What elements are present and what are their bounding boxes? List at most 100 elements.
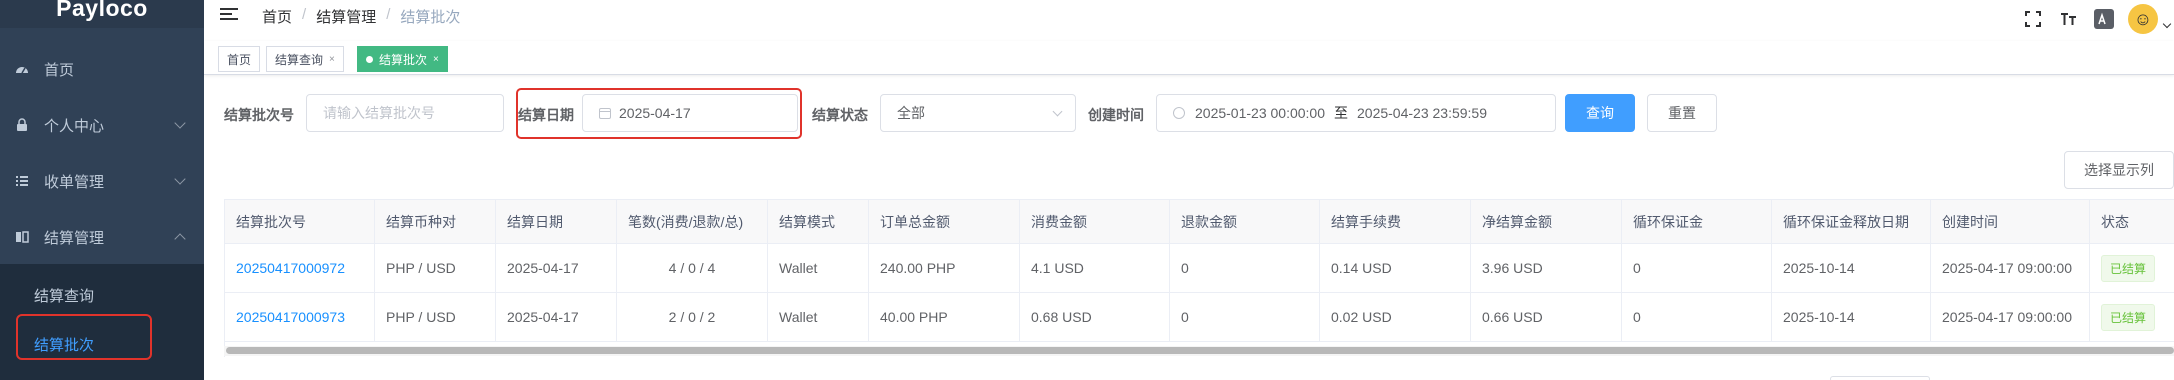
column-header[interactable]: 结算日期 bbox=[496, 200, 617, 243]
sidebar-item-label: 结算管理 bbox=[44, 229, 105, 247]
close-icon[interactable]: × bbox=[433, 54, 439, 65]
navbar: 首页 / 结算管理 / 结算批次 ☺ bbox=[204, 0, 2174, 36]
chevron-down-icon bbox=[1052, 106, 1063, 117]
batch-no-link[interactable]: 20250417000973 bbox=[236, 309, 345, 325]
status-select[interactable]: 全部 bbox=[880, 94, 1076, 132]
created-start: 2025-01-23 00:00:00 bbox=[1195, 105, 1325, 121]
table-cell: 0.66 USD bbox=[1471, 293, 1622, 341]
translate-icon[interactable] bbox=[2094, 9, 2114, 29]
fullscreen-icon[interactable] bbox=[2022, 8, 2044, 30]
table-row: 20250417000973 PHP / USD 2025-04-17 2 / … bbox=[225, 293, 2174, 342]
status-cell: 已结算 bbox=[2090, 293, 2174, 341]
table-cell: 0 bbox=[1170, 244, 1320, 292]
column-header[interactable]: 状态 bbox=[2090, 200, 2174, 243]
table-cell: 0 bbox=[1622, 293, 1772, 341]
created-time-label: 创建时间 bbox=[1088, 107, 1144, 123]
table-cell: 4 / 0 / 4 bbox=[617, 244, 768, 292]
tag-home[interactable]: 首页 bbox=[218, 46, 261, 72]
tag-settlement-batch[interactable]: 结算批次 × bbox=[357, 46, 448, 72]
clock-icon bbox=[1173, 107, 1185, 119]
tag-settlement-query[interactable]: 结算查询 × bbox=[266, 46, 344, 72]
created-time-range-picker[interactable]: 2025-01-23 00:00:00 至 2025-04-23 23:59:5… bbox=[1156, 94, 1556, 132]
column-header[interactable]: 循环保证金 bbox=[1622, 200, 1772, 243]
reset-button[interactable]: 重置 bbox=[1647, 94, 1717, 132]
lock-icon bbox=[14, 117, 30, 133]
breadcrumb: 首页 / 结算管理 / 结算批次 bbox=[262, 6, 460, 27]
column-header[interactable]: 结算模式 bbox=[768, 200, 869, 243]
table-cell: 2025-04-17 09:00:00 bbox=[1931, 293, 2090, 341]
batch-no-input[interactable] bbox=[306, 94, 504, 132]
sidebar-item-acquiring[interactable]: 收单管理 bbox=[0, 153, 204, 209]
table-cell: 3.96 USD bbox=[1471, 244, 1622, 292]
column-header[interactable]: 结算批次号 bbox=[225, 200, 375, 243]
sidebar-item-profile[interactable]: 个人中心 bbox=[0, 97, 204, 153]
pagination-edge bbox=[1830, 376, 1930, 380]
table-cell: 40.00 PHP bbox=[869, 293, 1020, 341]
sidebar-item-label: 收单管理 bbox=[44, 173, 105, 191]
table-header-row: 结算批次号 结算币种对 结算日期 笔数(消费/退款/总) 结算模式 订单总金额 … bbox=[225, 200, 2174, 244]
batch-no-link[interactable]: 20250417000972 bbox=[236, 260, 345, 276]
column-header[interactable]: 退款金额 bbox=[1170, 200, 1320, 243]
search-button[interactable]: 查询 bbox=[1565, 94, 1635, 132]
active-dot-icon bbox=[366, 55, 373, 63]
status-badge: 已结算 bbox=[2101, 254, 2156, 282]
status-value: 全部 bbox=[897, 105, 925, 121]
status-badge: 已结算 bbox=[2101, 303, 2156, 331]
logo[interactable]: Payloco bbox=[0, 0, 204, 28]
breadcrumb-section[interactable]: 结算管理 bbox=[316, 6, 376, 27]
sidebar-item-home[interactable]: 首页 bbox=[0, 41, 204, 97]
batch-no-cell[interactable]: 20250417000973 bbox=[225, 293, 375, 341]
breadcrumb-home[interactable]: 首页 bbox=[262, 6, 292, 27]
table-cell: PHP / USD bbox=[375, 244, 496, 292]
column-header[interactable]: 净结算金额 bbox=[1471, 200, 1622, 243]
chevron-down-icon bbox=[174, 117, 186, 129]
table-cell: 2025-10-14 bbox=[1772, 244, 1931, 292]
table-cell: 4.1 USD bbox=[1020, 244, 1170, 292]
select-columns-button[interactable]: 选择显示列 bbox=[2064, 151, 2174, 189]
avatar[interactable]: ☺ bbox=[2128, 4, 2158, 34]
caret-down-icon[interactable] bbox=[2162, 19, 2172, 29]
table-cell: 0.68 USD bbox=[1020, 293, 1170, 341]
table-cell: 240.00 PHP bbox=[869, 244, 1020, 292]
table-cell: 2025-10-14 bbox=[1772, 293, 1931, 341]
batch-no-cell[interactable]: 20250417000972 bbox=[225, 244, 375, 292]
scrollbar-thumb[interactable] bbox=[226, 347, 2174, 354]
column-header[interactable]: 循环保证金释放日期 bbox=[1772, 200, 1931, 243]
highlight-box bbox=[16, 314, 152, 360]
hamburger-icon[interactable] bbox=[220, 8, 238, 24]
status-label: 结算状态 bbox=[812, 107, 868, 123]
column-header[interactable]: 消费金额 bbox=[1020, 200, 1170, 243]
table-cell: 2025-04-17 09:00:00 bbox=[1931, 244, 2090, 292]
table-cell: 2025-04-17 bbox=[496, 244, 617, 292]
column-header[interactable]: 结算币种对 bbox=[375, 200, 496, 243]
created-end: 2025-04-23 23:59:59 bbox=[1357, 105, 1487, 121]
table-cell: 0.02 USD bbox=[1320, 293, 1471, 341]
table-cell: Wallet bbox=[768, 244, 869, 292]
column-header[interactable]: 创建时间 bbox=[1931, 200, 2090, 243]
table-cell: Wallet bbox=[768, 293, 869, 341]
breadcrumb-separator: / bbox=[386, 6, 391, 23]
table-cell: 0.14 USD bbox=[1320, 244, 1471, 292]
table-cell: 2025-04-17 bbox=[496, 293, 617, 341]
navbar-actions: ☺ bbox=[2022, 4, 2174, 34]
sidebar-item-settlement[interactable]: 结算管理 bbox=[0, 209, 204, 265]
table-cell: 0 bbox=[1622, 244, 1772, 292]
table-cell: 0 bbox=[1170, 293, 1320, 341]
chevron-down-icon bbox=[174, 173, 186, 185]
table-cell: 2 / 0 / 2 bbox=[617, 293, 768, 341]
settlement-batch-table: 结算批次号 结算币种对 结算日期 笔数(消费/退款/总) 结算模式 订单总金额 … bbox=[224, 199, 2174, 357]
book-icon bbox=[14, 229, 30, 245]
breadcrumb-current: 结算批次 bbox=[400, 9, 461, 26]
column-header[interactable]: 订单总金额 bbox=[869, 200, 1020, 243]
font-size-icon[interactable] bbox=[2058, 8, 2080, 30]
list-icon bbox=[14, 173, 30, 189]
close-icon[interactable]: × bbox=[329, 54, 335, 65]
batch-no-field[interactable] bbox=[323, 105, 503, 121]
highlight-box bbox=[516, 88, 802, 139]
sidebar-subitem-settlement-query[interactable]: 结算查询 bbox=[0, 270, 204, 320]
column-header[interactable]: 笔数(消费/退款/总) bbox=[617, 200, 768, 243]
breadcrumb-separator: / bbox=[302, 6, 307, 23]
table-cell: PHP / USD bbox=[375, 293, 496, 341]
sidebar-item-label: 首页 bbox=[44, 61, 75, 79]
column-header[interactable]: 结算手续费 bbox=[1320, 200, 1471, 243]
